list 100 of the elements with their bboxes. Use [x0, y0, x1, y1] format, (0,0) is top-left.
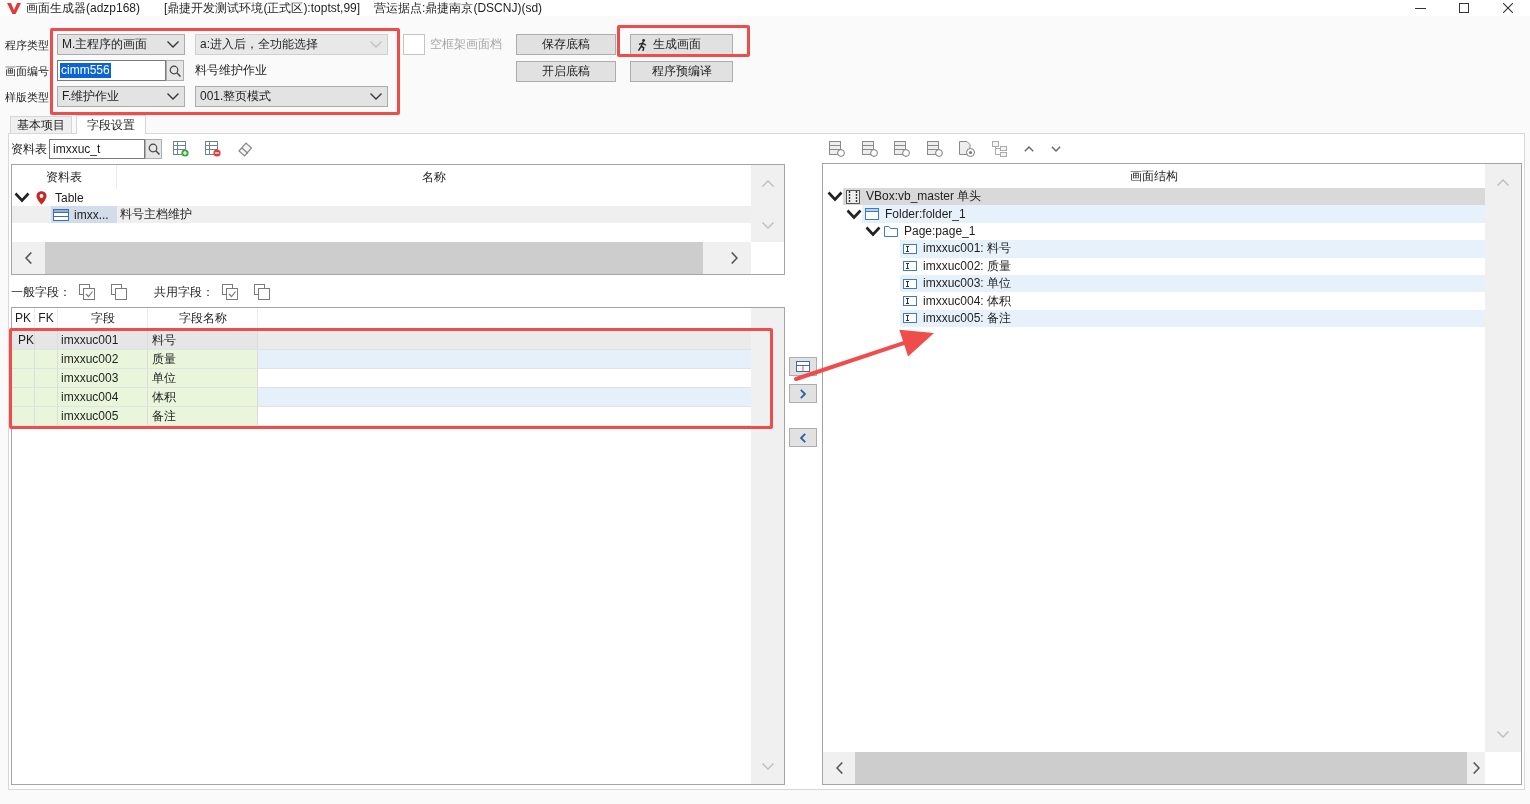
action-button[interactable]: 开启底稿: [516, 61, 616, 82]
table-cell: 质量: [148, 350, 258, 368]
tree-item[interactable]: VBox:vb_master 单头: [843, 188, 1485, 206]
chevron-down-icon[interactable]: [14, 192, 30, 203]
table-cell: imxxuc003: [58, 369, 148, 387]
tree-nodes-icon[interactable]: [991, 141, 1008, 157]
search-icon: [147, 143, 160, 155]
table-id: imxx...: [74, 207, 109, 222]
dropdown[interactable]: 001.整页模式: [195, 86, 388, 107]
field-label: 资料表: [11, 140, 47, 158]
action-button[interactable]: 生成画面: [630, 34, 733, 55]
move-right-button[interactable]: [789, 384, 817, 403]
layout-button[interactable]: [789, 357, 817, 376]
site-label: 营运据点:鼎捷南京(DSCNJ)(sd): [374, 0, 543, 17]
tree-item[interactable]: imxxuc003: 单位: [900, 274, 1485, 293]
logo-icon: [7, 2, 21, 14]
table-cell: imxxuc004: [58, 388, 148, 406]
form-badge-icon[interactable]: [829, 141, 845, 157]
table-cell: PK: [12, 331, 35, 349]
table-cell: imxxuc002: [58, 350, 148, 368]
table-row[interactable]: PK imxxuc001 料号: [12, 331, 751, 350]
table-cell: [12, 350, 35, 368]
input-field[interactable]: imxxuc_t: [49, 139, 145, 159]
column-header: PK: [12, 308, 35, 328]
dropdown[interactable]: M.主程序的画面: [57, 34, 185, 55]
tree-item[interactable]: imxxuc002: 质量: [900, 257, 1485, 275]
input-field[interactable]: cimm556: [57, 60, 166, 81]
text-field-icon: [903, 278, 917, 289]
dropdown[interactable]: F.维护作业: [57, 86, 185, 107]
text-field-icon: [903, 243, 917, 254]
search-button[interactable]: [166, 60, 184, 81]
tree-item[interactable]: imxx... 料号主档维护: [12, 206, 751, 223]
copy-check-icon[interactable]: [79, 284, 95, 300]
column-header: 字段: [58, 308, 148, 328]
screen-name-label: 料号维护作业: [195, 62, 267, 79]
table-add-icon[interactable]: [173, 141, 189, 157]
tab[interactable]: 基本项目: [10, 116, 72, 133]
selected-text: cimm556: [60, 63, 111, 78]
map-pin-icon: [36, 190, 47, 205]
grid-layout-icon: [796, 361, 810, 372]
minimize-icon: [1414, 7, 1426, 9]
maximize-icon: [1459, 3, 1469, 13]
tree-item[interactable]: imxxuc004: 体积: [900, 292, 1485, 310]
form-badge-icon[interactable]: [861, 141, 878, 157]
table-row[interactable]: imxxuc004 体积: [12, 388, 751, 407]
chevron-right-icon[interactable]: [1472, 762, 1480, 774]
chevron-down-icon[interactable]: [865, 225, 881, 237]
table-cell: imxxuc005: [58, 407, 148, 425]
table-row[interactable]: imxxuc003 单位: [12, 369, 751, 388]
table-name: 料号主档维护: [120, 206, 192, 223]
column-header: 名称: [421, 169, 447, 186]
folder-icon: [884, 225, 898, 237]
chevron-down-icon: [167, 41, 179, 48]
chevron-left-icon[interactable]: [835, 762, 843, 774]
table-cell: [35, 369, 58, 387]
table-cell: 备注: [148, 407, 258, 425]
input-field[interactable]: [403, 34, 425, 55]
form-badge-icon[interactable]: [926, 141, 943, 157]
close-icon: [1503, 3, 1513, 13]
action-button[interactable]: 程序预编译: [630, 61, 733, 82]
table-cell: [35, 350, 58, 368]
table-row[interactable]: imxxuc002 质量: [12, 350, 751, 369]
column-header: 字段名称: [148, 308, 258, 328]
chevron-down-icon: [370, 41, 382, 48]
table-cell: imxxuc001: [58, 331, 148, 349]
tree-item[interactable]: Page:page_1: [881, 222, 1485, 241]
field-label: 空框架画面档: [430, 36, 502, 53]
document-badge-icon[interactable]: [959, 141, 975, 157]
field-group-label: 共用字段：: [154, 283, 214, 301]
chevron-down-icon[interactable]: [827, 191, 843, 203]
chevron-up-icon[interactable]: [1024, 146, 1034, 152]
column-header: 画面结构: [1130, 167, 1178, 185]
table-cell: [35, 407, 58, 425]
copy-icon[interactable]: [254, 284, 270, 300]
search-icon: [169, 64, 181, 77]
table-remove-icon[interactable]: [205, 141, 221, 157]
table-cell: [12, 388, 35, 406]
text-field-icon: [903, 261, 917, 272]
column-header: 资料表: [12, 165, 117, 189]
table-cell: 单位: [148, 369, 258, 387]
table-cell: [35, 388, 58, 406]
chevron-right-icon[interactable]: [731, 252, 738, 264]
move-left-button[interactable]: [789, 428, 817, 447]
chevron-left-icon[interactable]: [25, 252, 32, 264]
tab[interactable]: 字段设置: [76, 115, 146, 134]
eraser-icon[interactable]: [237, 141, 253, 157]
search-button[interactable]: [145, 139, 162, 159]
form-badge-icon[interactable]: [894, 141, 910, 157]
field-label: 程序类型: [5, 37, 49, 52]
tree-item[interactable]: Folder:folder_1: [862, 205, 1485, 223]
environment-label: [鼎捷开发测试环境(正式区):toptst,99]: [164, 0, 361, 17]
copy-icon[interactable]: [111, 284, 127, 300]
copy-check-icon[interactable]: [222, 284, 238, 300]
chevron-down-icon[interactable]: [846, 208, 862, 220]
window-title: 画面生成器(adzp168): [26, 0, 141, 17]
tree-item[interactable]: imxxuc005: 备注: [900, 309, 1485, 328]
action-button[interactable]: 保存底稿: [516, 34, 616, 55]
tree-item[interactable]: imxxuc001: 料号: [900, 240, 1485, 258]
table-row[interactable]: imxxuc005 备注: [12, 407, 751, 426]
tree-item[interactable]: Table: [12, 189, 751, 206]
